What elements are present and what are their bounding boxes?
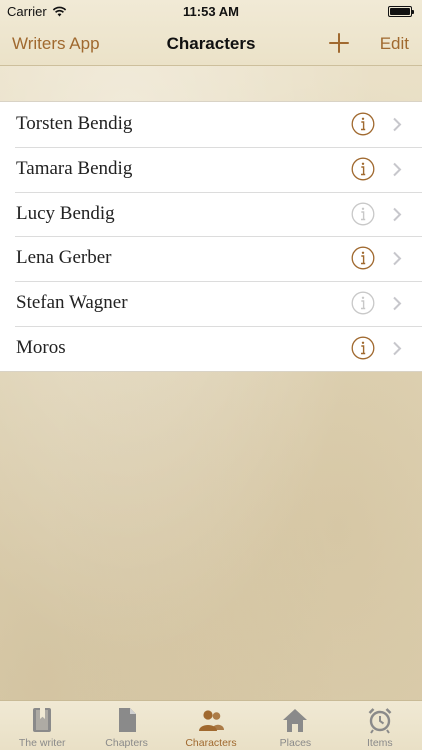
house-icon: [283, 709, 308, 732]
tab-items[interactable]: Items: [338, 701, 422, 750]
navigation-bar: Writers App Characters Edit: [0, 22, 422, 66]
info-icon[interactable]: [351, 112, 375, 136]
character-name: Lena Gerber: [16, 247, 112, 269]
status-bar: Carrier 11:53 AM: [0, 0, 422, 22]
top-bar: Carrier 11:53 AM Writers App Characters …: [0, 0, 422, 66]
info-icon[interactable]: [351, 202, 375, 226]
character-row[interactable]: Lucy Bendig: [0, 191, 422, 237]
tab-characters[interactable]: Characters: [169, 701, 253, 750]
tab-label: Places: [279, 737, 312, 749]
status-time: 11:53 AM: [183, 4, 239, 19]
tab-label: Items: [366, 737, 393, 749]
character-name: Torsten Bendig: [16, 113, 133, 134]
character-name: Stefan Wagner: [16, 292, 128, 314]
character-row[interactable]: Moros: [0, 325, 422, 371]
back-button[interactable]: Writers App: [12, 34, 100, 54]
chevron-right-icon: [393, 252, 402, 266]
chevron-right-icon: [393, 207, 402, 221]
battery-icon: [388, 6, 414, 17]
chevron-right-icon: [393, 117, 402, 132]
info-icon[interactable]: [351, 157, 375, 181]
character-name: Lucy Bendig: [16, 202, 115, 224]
chevron-right-icon: [393, 341, 402, 356]
tab-places[interactable]: Places: [253, 701, 337, 750]
battery-fill: [390, 8, 410, 15]
people-icon: [199, 710, 225, 731]
bookmark-book-icon: [33, 708, 52, 732]
info-icon[interactable]: [351, 291, 375, 315]
add-character-button[interactable]: [326, 30, 352, 56]
plus-icon: [329, 33, 349, 53]
character-row[interactable]: Lena Gerber: [0, 236, 422, 281]
character-name: Moros: [16, 336, 66, 358]
character-row[interactable]: Torsten Bendig: [0, 102, 422, 147]
tab-label: Characters: [185, 737, 237, 749]
character-list: Torsten Bendig Tamara Bendig Lucy Bendig Le…: [0, 101, 422, 372]
document-icon: [118, 708, 136, 732]
edit-button[interactable]: Edit: [380, 34, 409, 54]
character-name: Tamara Bendig: [16, 157, 133, 179]
tab-chapters[interactable]: Chapters: [84, 701, 168, 750]
info-icon[interactable]: [351, 246, 375, 270]
tab-the-writer[interactable]: The writer: [0, 701, 84, 750]
tab-label: The writer: [18, 737, 66, 749]
chevron-right-icon: [393, 296, 402, 311]
chevron-right-icon: [393, 162, 402, 177]
tab-bar: The writer Chapters Characters Places Items: [0, 700, 422, 750]
info-icon[interactable]: [351, 336, 375, 360]
alarm-clock-icon: [368, 708, 392, 734]
tab-label: Chapters: [105, 737, 148, 749]
character-row[interactable]: Tamara Bendig: [0, 146, 422, 192]
character-row[interactable]: Stefan Wagner: [0, 281, 422, 326]
